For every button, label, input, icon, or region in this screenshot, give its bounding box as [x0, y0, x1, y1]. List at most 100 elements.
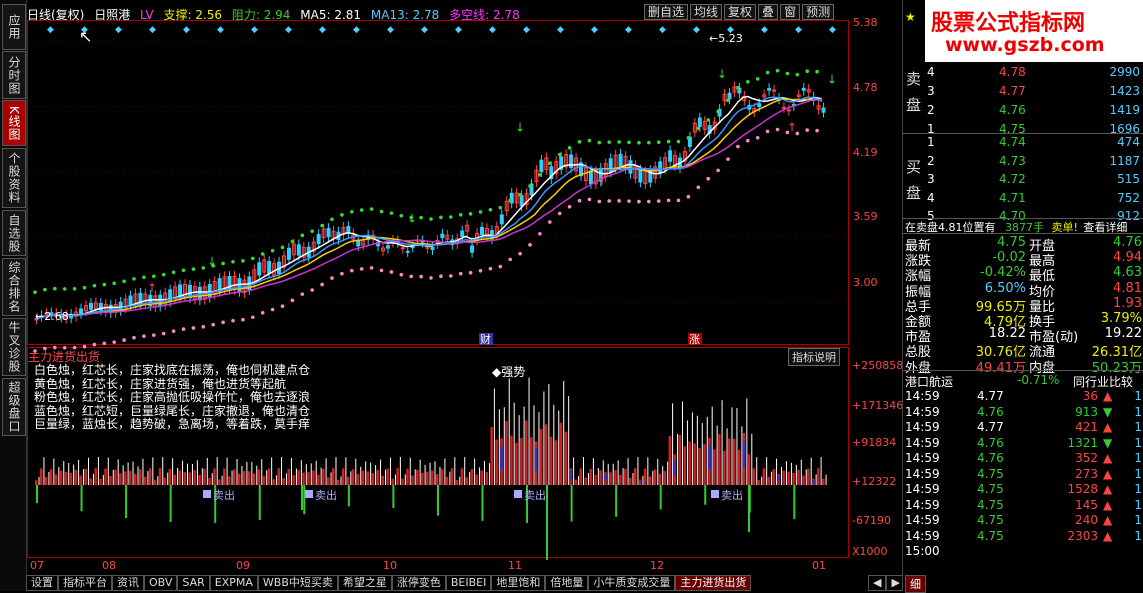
bottom-tab[interactable]: 主力进货出货	[675, 575, 752, 591]
resist-dot	[231, 260, 235, 264]
support-dot	[369, 266, 374, 270]
toolbar-button-0[interactable]: 删自选	[644, 4, 689, 20]
trade-price: 4.77	[977, 389, 1004, 403]
toolbar-button-4[interactable]: 窗	[780, 4, 801, 20]
indicator-bar-red	[228, 476, 231, 485]
indicator-bar-red	[762, 468, 766, 485]
resist-dot	[805, 69, 809, 74]
resist-dot	[696, 126, 701, 131]
candle-body	[786, 109, 791, 112]
nav-rank[interactable]: 综合排名	[2, 258, 26, 316]
trade-price: 4.76	[977, 451, 1004, 465]
level: 4	[927, 190, 935, 205]
bottom-tab[interactable]: EXPMA	[209, 575, 258, 591]
indicator-bar-red	[525, 420, 528, 485]
nav-watch[interactable]: 自选股	[2, 210, 26, 256]
down-arrow-icon: ▼	[1103, 435, 1113, 450]
bottom-tab[interactable]: 地里饱和	[491, 575, 546, 591]
tab-scroll-left-icon[interactable]: ◀	[868, 575, 887, 591]
indicator-bar-red	[129, 470, 132, 485]
indicator-bar-red	[292, 475, 295, 485]
top-diamond-icon: ◆	[829, 25, 836, 35]
site-logo: 股票公式指标网 www.gszb.com	[925, 0, 1143, 62]
trade-price: 4.76	[977, 435, 1004, 450]
candle-body	[440, 233, 445, 238]
support-dot	[221, 320, 225, 325]
bottom-tab[interactable]: 指标平台	[58, 575, 112, 591]
indicator-bar-red	[84, 468, 87, 485]
bottom-tab[interactable]: 涨停变色	[391, 575, 446, 591]
nav-apps[interactable]: 应用	[2, 4, 26, 50]
trade-volume: 2303	[1067, 528, 1098, 543]
bottom-tab[interactable]: BEIBEI	[445, 575, 492, 591]
support-dot	[300, 292, 305, 296]
nav-profile[interactable]: 个股资料	[2, 148, 26, 208]
support-dot	[508, 257, 512, 262]
indicator-help-button[interactable]: 指标说明	[788, 348, 840, 366]
sector-compare[interactable]: 同行业比较	[1073, 373, 1133, 390]
logo-line2: www.gszb.com	[945, 34, 1105, 56]
top-diamond-icon: ◆	[659, 25, 666, 35]
indicator-bar-red	[431, 470, 434, 485]
support-dot	[577, 198, 582, 203]
toolbar-button-2[interactable]: 复权	[724, 4, 757, 20]
indicator-bar-red	[114, 469, 117, 485]
toolbar-button-1[interactable]: 均线	[690, 4, 723, 20]
support-dot	[676, 198, 681, 203]
indicator-bar-red	[39, 468, 43, 485]
resist-dot	[468, 212, 473, 216]
indicator-bar-red	[44, 477, 48, 485]
indicator-bar-red	[445, 476, 449, 485]
indicator-bar-red	[109, 475, 112, 485]
up-arrow-icon: ▲	[1103, 482, 1113, 496]
main-y-tick: 5.38	[853, 16, 878, 29]
support-dot	[409, 274, 414, 279]
support-dot	[171, 329, 176, 333]
resist-dot	[122, 279, 126, 284]
resist-dot	[330, 217, 334, 222]
bottom-tab[interactable]: WBB中短买卖	[257, 575, 338, 591]
resist-dot	[379, 209, 384, 214]
trade-count: 1	[1134, 497, 1142, 512]
toolbar-button-5[interactable]: 预测	[802, 4, 835, 20]
resist-dot	[795, 72, 800, 77]
indicator-bar-red	[624, 468, 627, 485]
chart-svg[interactable]: ◆ ◆ ◆ ◆ ◆ ◆ ◆ ◆ ◆ ◆ ◆ ◆ ◆ ◆ ◆ ◆ ◆ ◆ ◆ ◆ ◆ ◆ ◆ ◆←5.23←2.68财 涨↑↓↓↓…	[27, 20, 849, 575]
main-y-tick: 4.78	[853, 81, 878, 94]
resist-dot	[181, 268, 186, 273]
candle-body	[781, 106, 786, 109]
bottom-tab[interactable]: SAR	[177, 575, 210, 591]
bottom-tab[interactable]: 小牛质变成交量	[588, 575, 676, 591]
resist-dot	[260, 252, 265, 256]
support-dot	[637, 199, 641, 204]
indicator-bar-red	[554, 440, 558, 485]
toolbar-button-3[interactable]: 叠	[758, 4, 779, 20]
tab-detail[interactable]: 细	[905, 575, 926, 593]
nav-niucha[interactable]: 牛叉诊股	[2, 318, 26, 376]
legend-line: 白色烛，红芯长，庄家找底在振荡，俺也伺机建点仓	[34, 363, 311, 377]
trade-count: 1	[1134, 466, 1142, 481]
top-diamond-icon: ◆	[47, 25, 54, 35]
indicator-bar-red	[49, 469, 53, 485]
candle-body	[430, 246, 435, 251]
resist-dot	[161, 272, 166, 277]
support-dot	[181, 327, 186, 331]
bottom-tab[interactable]: 设置	[26, 575, 58, 591]
trade-price: 4.77	[977, 420, 1004, 434]
mouse-cursor-icon: ↖	[79, 27, 92, 46]
nav-l2[interactable]: 超级盘口	[2, 378, 26, 436]
bottom-tab[interactable]: OBV	[144, 575, 178, 591]
event-zhang-label: 涨	[689, 333, 700, 346]
bottom-tab[interactable]: 资讯	[112, 575, 144, 591]
top-diamond-icon: ◆	[455, 25, 462, 35]
indicator-bar-red	[406, 468, 409, 485]
x-tick: 08	[102, 559, 116, 572]
nav-kline[interactable]: K线图	[2, 100, 26, 146]
star-icon[interactable]: ★	[905, 10, 916, 24]
indicator-bar-red	[648, 476, 652, 485]
bottom-tab[interactable]: 希望之星	[337, 575, 392, 591]
nav-timeline[interactable]: 分时图	[2, 51, 26, 99]
support-dot	[498, 264, 503, 269]
bottom-tab[interactable]: 倍地量	[545, 575, 589, 591]
trade-volume: 421	[1075, 420, 1098, 434]
